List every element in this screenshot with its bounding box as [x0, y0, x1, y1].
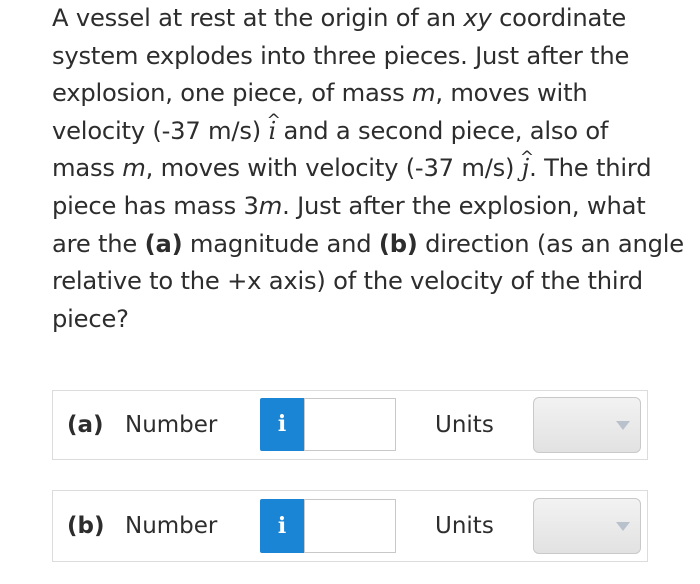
units-dropdown[interactable]: [533, 397, 641, 453]
info-icon[interactable]: i: [260, 499, 304, 553]
number-input[interactable]: [304, 398, 396, 451]
part-label: (b): [67, 513, 105, 539]
number-label: Number: [125, 513, 218, 539]
part-label: (a): [67, 412, 104, 438]
question-line-7: are the (a) magnitude and (b) direction …: [52, 229, 684, 258]
chevron-down-icon: [616, 421, 630, 430]
question-line-9: piece?: [52, 304, 129, 333]
units-label: Units: [435, 412, 494, 438]
question-line-6: piece has mass 3m. Just after the explos…: [52, 191, 646, 220]
number-input[interactable]: [304, 499, 396, 553]
answer-row-b: (b) Number i Units: [52, 490, 648, 562]
question-line-8: relative to the +x axis) of the velocity…: [52, 267, 643, 296]
question-line-4: velocity (-37 m/s) i and a second piece,…: [52, 113, 692, 151]
question-line-3: explosion, one piece, of mass m, moves w…: [52, 79, 588, 108]
question-line-1: A vessel at rest at the origin of an xy …: [52, 4, 627, 32]
j-hat-unit-vector: j: [522, 154, 530, 182]
number-label: Number: [125, 412, 218, 438]
units-label: Units: [435, 513, 494, 539]
units-dropdown[interactable]: [533, 498, 641, 554]
question-text: A vessel at rest at the origin of an xy …: [52, 0, 692, 338]
question-line-5: mass m, moves with velocity (-37 m/s) j.…: [52, 150, 692, 188]
question-line-2: system explodes into three pieces. Just …: [52, 41, 630, 70]
answer-row-a: (a) Number i Units: [52, 390, 648, 460]
chevron-down-icon: [616, 522, 630, 531]
info-icon[interactable]: i: [260, 398, 304, 451]
i-hat-unit-vector: i: [269, 117, 277, 145]
